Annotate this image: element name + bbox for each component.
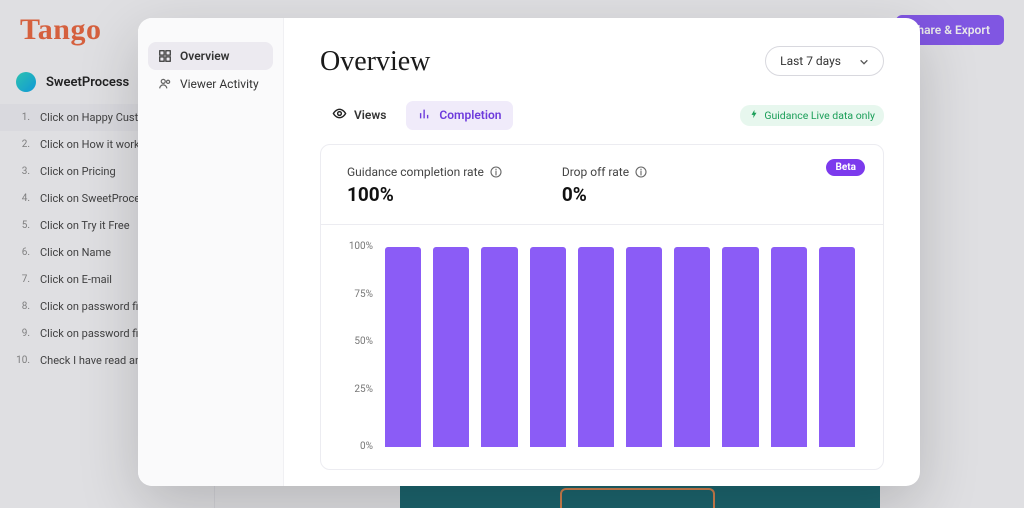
y-tick: 100% bbox=[349, 242, 373, 252]
y-tick: 75% bbox=[354, 290, 373, 300]
live-badge-text: Guidance Live data only bbox=[764, 109, 875, 122]
main-top-row: Overview Last 7 days bbox=[320, 46, 884, 78]
stats-row: Guidance completion rate 100% Drop off r… bbox=[321, 145, 883, 224]
bolt-icon bbox=[749, 109, 759, 122]
chevron-down-icon bbox=[859, 56, 869, 66]
modal-main: Overview Last 7 days Views bbox=[284, 18, 920, 486]
stat-value: 100% bbox=[347, 183, 502, 206]
completion-card: Guidance completion rate 100% Drop off r… bbox=[320, 144, 884, 470]
stat-completion: Guidance completion rate 100% bbox=[347, 165, 502, 206]
chart-bar bbox=[433, 247, 469, 447]
chart-area: 100% 75% 50% 25% 0% bbox=[321, 224, 883, 469]
live-data-badge: Guidance Live data only bbox=[740, 105, 884, 126]
info-icon[interactable] bbox=[635, 166, 647, 178]
tab-completion[interactable]: Completion bbox=[406, 101, 513, 130]
y-tick: 25% bbox=[354, 385, 373, 395]
chart-plot bbox=[381, 247, 859, 447]
chart-bar bbox=[674, 247, 710, 447]
chart-bar bbox=[771, 247, 807, 447]
bar-chart-icon bbox=[418, 107, 432, 124]
stat-dropoff: Drop off rate 0% bbox=[562, 165, 647, 206]
nav-label: Viewer Activity bbox=[180, 77, 259, 91]
chart-bar bbox=[626, 247, 662, 447]
tab-label: Views bbox=[354, 108, 386, 122]
chart-bar bbox=[819, 247, 855, 447]
nav-viewer-activity[interactable]: Viewer Activity bbox=[148, 70, 273, 98]
overview-modal: Overview Viewer Activity Overview Last 7… bbox=[138, 18, 920, 486]
users-icon bbox=[158, 77, 172, 91]
chart-bar bbox=[530, 247, 566, 447]
completion-chart: 100% 75% 50% 25% 0% bbox=[341, 247, 859, 447]
nav-overview[interactable]: Overview bbox=[148, 42, 273, 70]
tabs: Views Completion bbox=[320, 100, 513, 130]
nav-label: Overview bbox=[180, 49, 230, 63]
y-axis: 100% 75% 50% 25% 0% bbox=[341, 247, 381, 447]
y-tick: 0% bbox=[360, 442, 373, 452]
tab-views[interactable]: Views bbox=[320, 100, 398, 130]
chart-bar bbox=[578, 247, 614, 447]
stat-value: 0% bbox=[562, 183, 647, 206]
info-icon[interactable] bbox=[490, 166, 502, 178]
stat-label: Guidance completion rate bbox=[347, 165, 484, 179]
chart-bar bbox=[722, 247, 758, 447]
period-label: Last 7 days bbox=[780, 54, 841, 68]
tab-label: Completion bbox=[439, 108, 501, 122]
chart-bar bbox=[385, 247, 421, 447]
modal-sidebar: Overview Viewer Activity bbox=[138, 18, 284, 486]
page-title: Overview bbox=[320, 46, 430, 78]
y-tick: 50% bbox=[354, 337, 373, 347]
chart-bar bbox=[481, 247, 517, 447]
tabs-row: Views Completion Guidance Live data only bbox=[320, 100, 884, 130]
period-dropdown[interactable]: Last 7 days bbox=[765, 46, 884, 76]
dashboard-icon bbox=[158, 49, 172, 63]
eye-icon bbox=[332, 106, 347, 124]
stat-label: Drop off rate bbox=[562, 165, 629, 179]
beta-badge: Beta bbox=[826, 159, 865, 176]
